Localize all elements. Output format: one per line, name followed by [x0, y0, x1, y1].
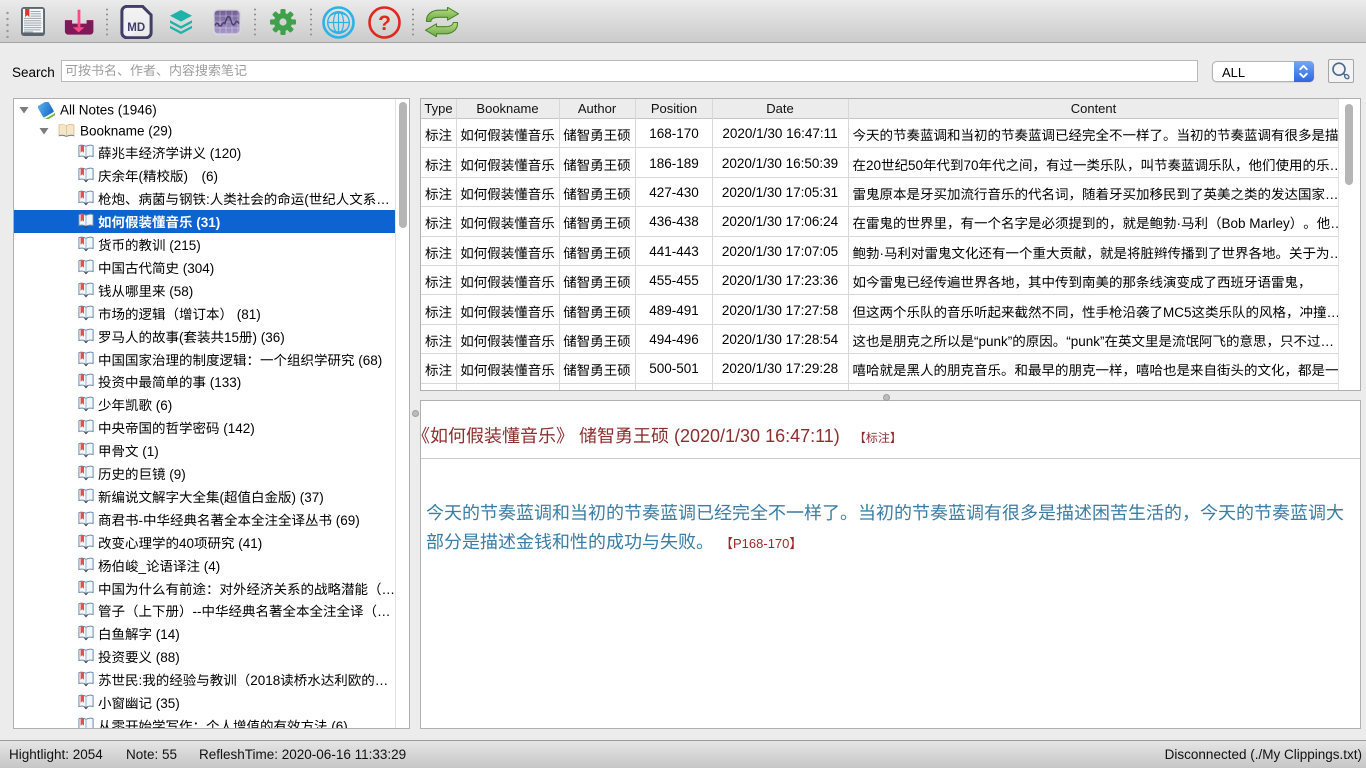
svg-text:MD: MD	[127, 22, 145, 34]
svg-text:?: ?	[378, 12, 391, 35]
